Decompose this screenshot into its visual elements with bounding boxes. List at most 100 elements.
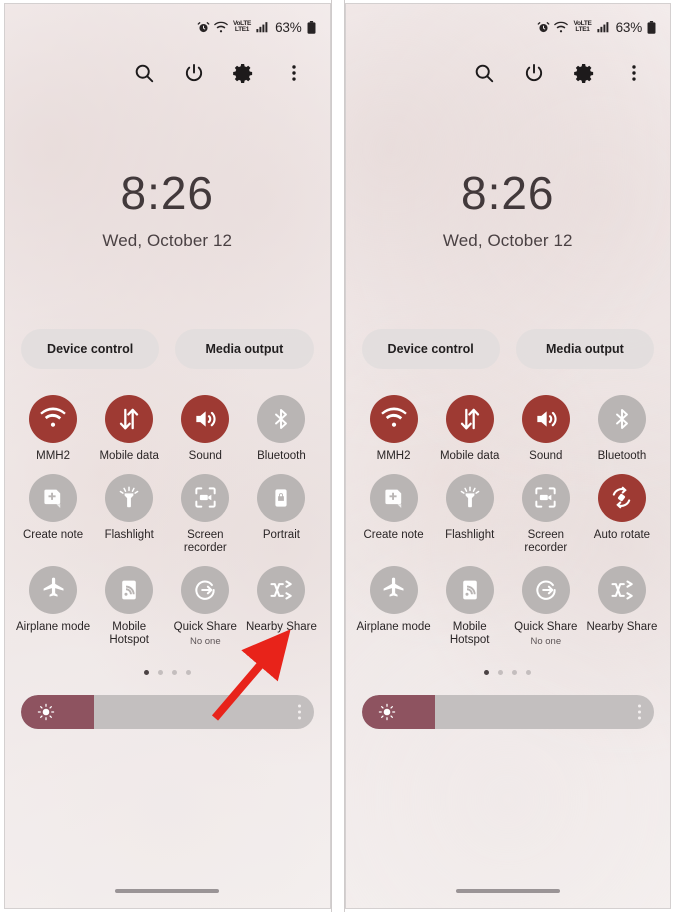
- brightness-slider[interactable]: [21, 694, 314, 729]
- wifi-icon: [369, 395, 418, 443]
- settings-icon[interactable]: [232, 61, 256, 85]
- quick-tile-mmh2[interactable]: MMH2: [15, 395, 91, 464]
- quick-tile-label: Create note: [363, 528, 424, 541]
- battery-icon: [307, 20, 316, 34]
- volte-bottom-label: LTE1: [234, 26, 250, 33]
- brightness-slider[interactable]: [361, 694, 654, 729]
- quick-tile-label: Mobile Hotspot: [449, 620, 490, 647]
- quick-settings-row: Airplane mode Mobile Hotspot Quick Share No…: [15, 565, 320, 648]
- quick-tile-screen-recorder[interactable]: Screen recorder: [508, 473, 584, 556]
- brightness-options-icon[interactable]: [638, 704, 641, 720]
- more-options-icon[interactable]: [282, 61, 306, 85]
- quick-tile-create-note[interactable]: Create note: [356, 473, 432, 556]
- page-dot[interactable]: [498, 669, 504, 675]
- phone-panel-right: VoLTE LTE1 63% 8:26 Wed, October 12 Device co…: [344, 3, 671, 909]
- home-gesture-handle[interactable]: [455, 889, 560, 893]
- volte-bottom-label: LTE1: [575, 26, 590, 33]
- quick-tile-auto-rotate[interactable]: Auto rotate: [584, 473, 660, 556]
- settings-icon[interactable]: [572, 61, 596, 85]
- quick-tile-nearby-share[interactable]: Nearby Share: [243, 565, 319, 648]
- page-indicator: [5, 669, 330, 675]
- quick-tile-create-note[interactable]: Create note: [15, 473, 91, 556]
- quick-settings-row: Airplane mode Mobile Hotspot Quick Share No…: [356, 565, 661, 648]
- quick-tile-bluetooth[interactable]: Bluetooth: [243, 395, 319, 464]
- more-options-icon[interactable]: [622, 61, 646, 85]
- quick-tile-sound[interactable]: Sound: [167, 395, 243, 464]
- quick-tile-mobile-hotspot[interactable]: Mobile Hotspot: [432, 565, 508, 648]
- page-dot[interactable]: [512, 669, 518, 675]
- quick-tile-label: Airplane mode: [356, 620, 431, 633]
- quick-tile-mmh2[interactable]: MMH2: [356, 395, 432, 464]
- quick-tile-label: Quick Share: [514, 620, 578, 633]
- mobile-data-icon: [445, 395, 494, 443]
- quick-tile-quick-share[interactable]: Quick Share No one: [508, 565, 584, 648]
- status-bar: VoLTE LTE1 63%: [346, 4, 671, 50]
- search-icon[interactable]: [132, 61, 156, 85]
- page-dot[interactable]: [185, 669, 191, 675]
- screen-recorder-icon: [521, 473, 570, 522]
- volte-icon: VoLTE LTE1: [573, 20, 591, 33]
- page-dot[interactable]: [484, 669, 490, 675]
- brightness-icon: [378, 703, 396, 721]
- create-note-icon: [369, 473, 418, 522]
- page-dot[interactable]: [526, 669, 532, 675]
- page-indicator: [346, 669, 671, 675]
- quick-share-icon: [521, 565, 570, 614]
- quick-tile-flashlight[interactable]: Flashlight: [91, 473, 167, 556]
- quick-tile-mobile-data[interactable]: Mobile data: [432, 395, 508, 464]
- clock-widget: 8:26 Wed, October 12: [346, 170, 671, 251]
- brightness-options-icon[interactable]: [297, 704, 301, 720]
- quick-tile-airplane-mode[interactable]: Airplane mode: [15, 565, 91, 648]
- quick-settings-grid: MMH2 Mobile data Sound Bluetooth Create note…: [346, 395, 671, 648]
- quick-tile-label: Sound: [529, 450, 563, 462]
- device-control-button[interactable]: Device control: [21, 329, 160, 369]
- quick-panel-header: [5, 50, 330, 96]
- quick-tile-screen-recorder[interactable]: Screen recorder: [167, 473, 243, 556]
- home-gesture-handle[interactable]: [115, 889, 220, 893]
- quick-share-icon: [181, 565, 230, 614]
- quick-tile-sound[interactable]: Sound: [508, 395, 584, 464]
- quick-settings-row: Create note Flashlight Screen recorder Auto…: [356, 473, 661, 556]
- quick-tile-flashlight[interactable]: Flashlight: [432, 473, 508, 556]
- quick-tile-label: Mobile Hotspot: [109, 620, 149, 647]
- page-dot[interactable]: [143, 669, 149, 675]
- power-icon[interactable]: [522, 61, 546, 85]
- quick-tile-label: Quick Share: [173, 620, 237, 633]
- create-note-icon: [29, 473, 78, 522]
- airplane-icon: [29, 565, 78, 614]
- search-icon[interactable]: [472, 61, 496, 85]
- sound-icon: [521, 395, 570, 443]
- navigation-bar: [346, 874, 671, 908]
- media-output-button[interactable]: Media output: [175, 329, 314, 369]
- power-icon[interactable]: [182, 61, 206, 85]
- device-control-button[interactable]: Device control: [361, 329, 500, 369]
- quick-tile-bluetooth[interactable]: Bluetooth: [584, 395, 660, 464]
- quick-tile-label: Nearby Share: [245, 620, 317, 633]
- media-output-button[interactable]: Media output: [515, 329, 654, 369]
- quick-tile-label: Flashlight: [445, 528, 495, 541]
- quick-action-pills: Device control Media output: [346, 329, 671, 369]
- quick-settings-row: MMH2 Mobile data Sound Bluetooth: [15, 395, 320, 464]
- quick-tile-label: Screen recorder: [524, 528, 568, 555]
- page-dot[interactable]: [171, 669, 177, 675]
- quick-tile-airplane-mode[interactable]: Airplane mode: [356, 565, 432, 648]
- quick-tile-mobile-data[interactable]: Mobile data: [91, 395, 167, 464]
- quick-tile-nearby-share[interactable]: Nearby Share: [584, 565, 660, 648]
- page-dot[interactable]: [157, 669, 163, 675]
- quick-tile-quick-share[interactable]: Quick Share No one: [167, 565, 243, 648]
- quick-action-pills: Device control Media output: [5, 329, 330, 369]
- quick-settings-row: MMH2 Mobile data Sound Bluetooth: [356, 395, 661, 464]
- quick-tile-label: Flashlight: [104, 528, 154, 541]
- quick-tile-portrait[interactable]: Portrait: [243, 473, 319, 556]
- hotspot-icon: [445, 565, 494, 614]
- hotspot-icon: [105, 565, 154, 614]
- quick-panel-header: [346, 50, 671, 96]
- phone-panel-left: VoLTE LTE1 63% 8:26 Wed, October 12 Device co…: [4, 3, 331, 909]
- airplane-icon: [369, 565, 418, 614]
- battery-percent-label: 63%: [275, 19, 302, 35]
- quick-tile-mobile-hotspot[interactable]: Mobile Hotspot: [91, 565, 167, 648]
- nearby-share-icon: [597, 565, 646, 614]
- signal-icon: [256, 21, 269, 33]
- battery-percent-label: 63%: [615, 19, 643, 35]
